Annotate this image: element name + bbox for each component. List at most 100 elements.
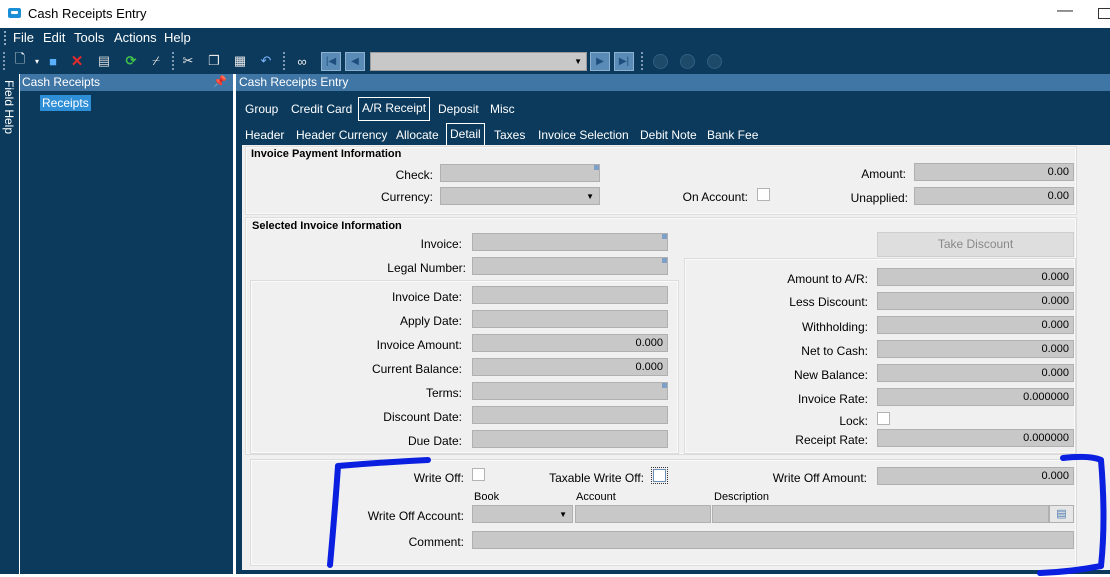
cut-icon[interactable]: ✂ [179,52,197,70]
next-record-icon[interactable]: ▶ [590,52,610,71]
tab-group[interactable]: Group [242,100,281,118]
invoice-label: Invoice: [420,237,462,251]
amount-field[interactable]: 0.00 [914,163,1074,181]
previous-record-icon[interactable]: ◀ [345,52,365,71]
chevron-down-icon: ▼ [559,510,567,519]
less-discount-field[interactable]: 0.000 [877,292,1074,310]
apply-date-field[interactable] [472,310,668,328]
tree-panel-title: Cash Receipts [22,75,101,89]
tab-bank-fee[interactable]: Bank Fee [704,126,761,144]
maximize-button[interactable] [1098,8,1110,19]
invoice-payment-title: Invoice Payment Information [251,148,402,160]
take-discount-button[interactable]: Take Discount [877,232,1074,257]
binoculars-icon[interactable]: ∞ [293,52,311,70]
pin-icon[interactable]: 📌 [213,75,227,88]
current-balance-field[interactable]: 0.000 [472,358,668,376]
tab-deposit[interactable]: Deposit [435,100,482,118]
invoice-amount-field[interactable]: 0.000 [472,334,668,352]
tab-header[interactable]: Header [242,126,287,144]
book-column-header: Book [474,491,500,503]
receipt-rate-field[interactable]: 0.000000 [877,429,1074,447]
description-column-header: Description [714,491,770,503]
invoice-rate-label: Invoice Rate: [797,392,868,406]
tab-invoice-selection[interactable]: Invoice Selection [535,126,632,144]
comment-label: Comment: [408,535,464,549]
taxable-write-off-checkbox[interactable] [651,467,668,484]
disabled-action-icon [680,54,695,69]
invoice-amount-label: Invoice Amount: [376,338,462,352]
toolbar: 🗋 ▾ ■ ✕ ▤ ⟳ ⌿ ✂ ❐ ▦ ↶ ∞ |◀ ◀ ▼ ▶ ▶| [0,48,1110,74]
chevron-down-icon: ▼ [586,192,594,201]
tab-taxes[interactable]: Taxes [491,126,528,144]
lock-checkbox[interactable] [877,412,890,425]
selected-invoice-title: Selected Invoice Information [252,220,402,232]
field-help-panel[interactable]: Field Help [0,74,20,574]
book-dropdown[interactable]: ▼ [472,505,573,523]
write-off-label: Write Off: [413,471,464,485]
on-account-checkbox[interactable] [757,188,770,201]
menu-grip [4,31,6,45]
tab-ar-receipt[interactable]: A/R Receipt [358,97,431,121]
menu-file[interactable]: File [13,30,34,45]
discount-date-field[interactable] [472,406,668,424]
net-to-cash-label: Net to Cash: [801,344,868,358]
amount-to-ar-field[interactable]: 0.000 [877,268,1074,286]
undo-icon[interactable]: ↶ [257,52,275,70]
currency-dropdown[interactable]: ▼ [440,187,600,205]
copy-icon[interactable]: ❐ [205,52,223,70]
minimize-button[interactable]: — [1057,2,1073,20]
first-record-icon[interactable]: |◀ [321,52,341,71]
receipt-rate-label: Receipt Rate: [795,433,868,447]
write-off-checkbox[interactable] [472,468,485,481]
disabled-action-icon [653,54,668,69]
tab-credit-card[interactable]: Credit Card [288,100,355,118]
window-title: Cash Receipts Entry [28,6,147,21]
attach-icon[interactable]: ▤ [95,52,113,70]
tab-detail[interactable]: Detail [446,123,485,147]
invoice-rate-field[interactable]: 0.000000 [877,388,1074,406]
account-field[interactable] [575,505,711,523]
invoice-date-field[interactable] [472,286,668,304]
top-tab-row: Group Credit Card A/R Receipt Deposit Mi… [236,95,1110,121]
check-field[interactable] [440,164,600,182]
menu-bar: File Edit Tools Actions Help [0,28,1110,48]
new-balance-field[interactable]: 0.000 [877,364,1074,382]
sub-tab-row: Header Header Currency Allocate Detail T… [236,121,1110,147]
due-date-field[interactable] [472,430,668,448]
legal-number-field[interactable] [472,257,668,275]
tab-header-currency[interactable]: Header Currency [293,126,390,144]
clear-broom-icon[interactable]: ⌿ [147,52,165,70]
detail-content: Invoice Payment Information Check: Curre… [242,145,1110,570]
calendar-icon[interactable]: ▤ [1049,505,1074,523]
menu-edit[interactable]: Edit [43,30,65,45]
write-off-amount-field[interactable]: 0.000 [877,467,1074,485]
unapplied-field[interactable]: 0.00 [914,187,1074,205]
description-field[interactable] [712,505,1049,523]
lock-label: Lock: [839,414,868,428]
apply-date-label: Apply Date: [399,314,462,328]
net-to-cash-field[interactable]: 0.000 [877,340,1074,358]
tab-allocate[interactable]: Allocate [393,126,442,144]
tree-node-receipts[interactable]: Receipts [40,95,91,111]
last-record-icon[interactable]: ▶| [614,52,634,71]
check-label: Check: [395,168,433,182]
withholding-field[interactable]: 0.000 [877,316,1074,334]
paste-icon[interactable]: ▦ [231,52,249,70]
refresh-icon[interactable]: ⟳ [122,52,140,70]
main-panel-title: Cash Receipts Entry [236,74,1110,91]
menu-actions[interactable]: Actions [114,30,157,45]
comment-field[interactable] [472,531,1074,549]
less-discount-label: Less Discount: [789,295,868,309]
tree-panel: Cash Receipts 📌 Receipts [20,74,233,574]
terms-label: Terms: [426,386,462,400]
delete-icon[interactable]: ✕ [68,52,86,70]
new-document-icon[interactable]: 🗋 [11,51,29,70]
terms-field[interactable] [472,382,668,400]
tab-misc[interactable]: Misc [487,100,518,118]
record-selector[interactable]: ▼ [370,52,587,71]
invoice-field[interactable] [472,233,668,251]
menu-help[interactable]: Help [164,30,191,45]
tab-debit-note[interactable]: Debit Note [637,126,700,144]
menu-tools[interactable]: Tools [74,30,104,45]
save-icon[interactable]: ■ [44,52,62,70]
